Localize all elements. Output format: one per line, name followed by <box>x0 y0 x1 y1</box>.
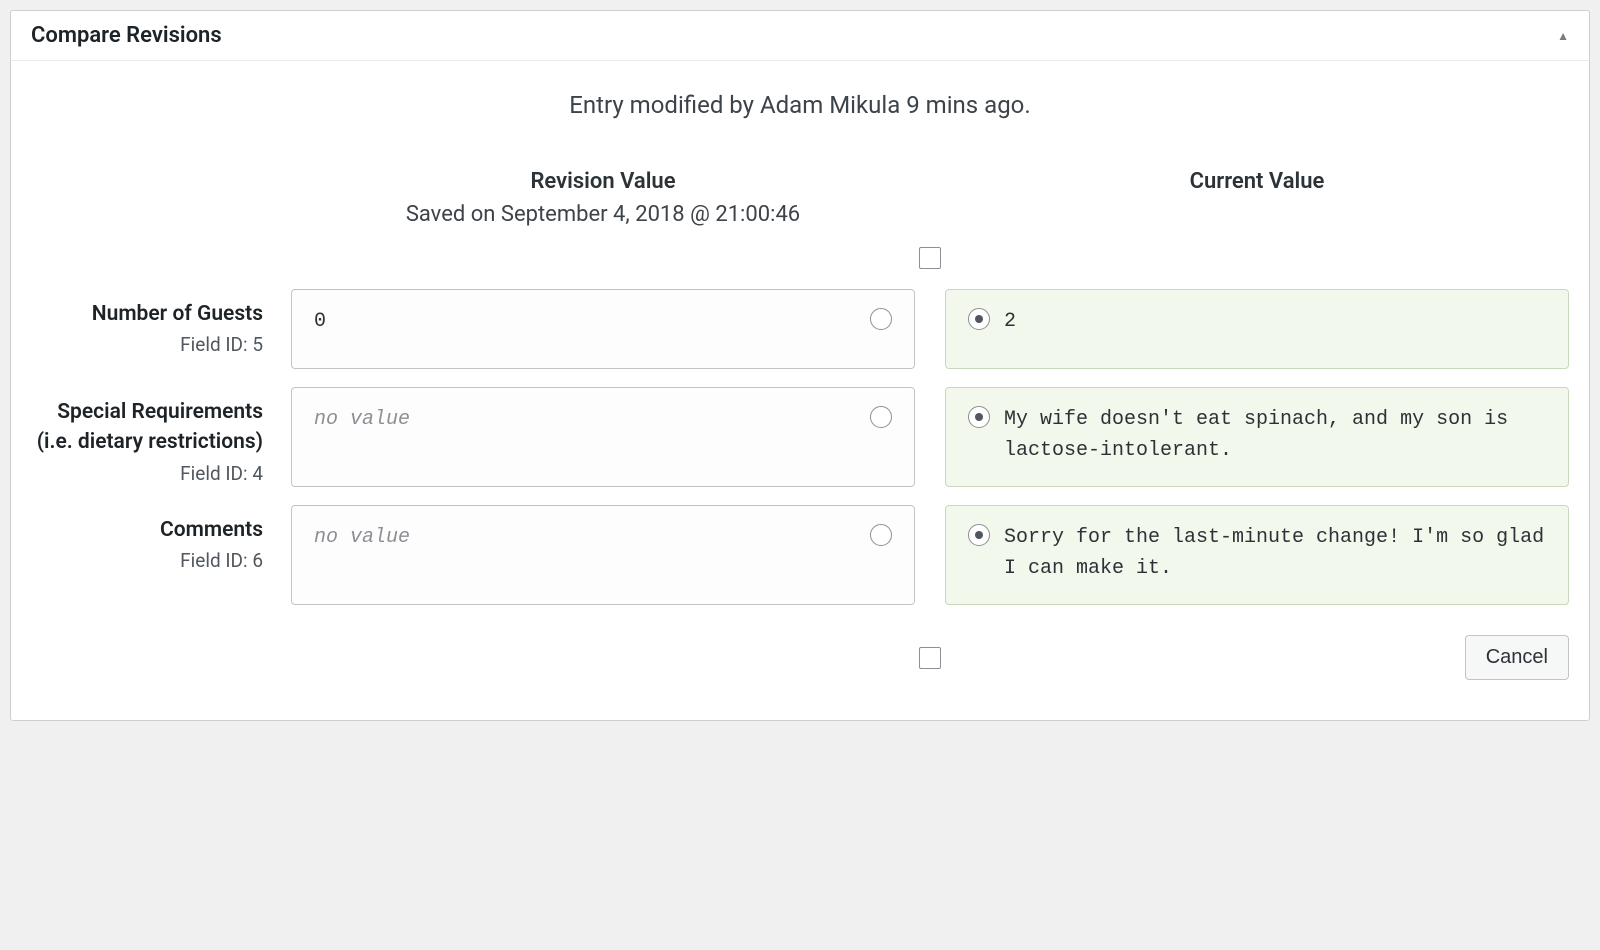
field-row: Number of Guests Field ID: 5 0 2 <box>31 289 1569 369</box>
cancel-button[interactable]: Cancel <box>1465 635 1569 680</box>
field-label-area: Special Requirements (i.e. dietary restr… <box>31 387 291 487</box>
current-column-title: Current Value <box>945 169 1569 194</box>
collapse-icon[interactable]: ▲ <box>1557 29 1569 43</box>
current-value-text: 2 <box>1004 306 1546 337</box>
compare-revisions-panel: Compare Revisions ▲ Entry modified by Ad… <box>10 10 1590 721</box>
panel-body: Entry modified by Adam Mikula 9 mins ago… <box>11 61 1589 720</box>
revision-value-text: no value <box>314 404 892 435</box>
current-value-box[interactable]: Sorry for the last-minute change! I'm so… <box>945 505 1569 605</box>
current-value-text: My wife doesn't eat spinach, and my son … <box>1004 404 1546 466</box>
revision-radio[interactable] <box>870 308 892 330</box>
revision-column-header: Revision Value Saved on September 4, 201… <box>291 169 915 227</box>
bottom-row: Cancel <box>31 635 1569 680</box>
field-label: Number of Guests <box>31 299 263 329</box>
revision-value-box[interactable]: no value <box>291 387 915 487</box>
current-column-header: Current Value <box>945 169 1569 227</box>
revision-value-text: 0 <box>314 306 892 337</box>
revision-column-title: Revision Value <box>291 169 915 194</box>
current-radio[interactable] <box>968 308 990 330</box>
select-all-top-row <box>31 247 1569 269</box>
current-radio[interactable] <box>968 524 990 546</box>
current-radio[interactable] <box>968 406 990 428</box>
current-value-box[interactable]: 2 <box>945 289 1569 369</box>
field-label: Comments <box>31 515 263 545</box>
field-label-area: Number of Guests Field ID: 5 <box>31 289 291 369</box>
field-id-text: Field ID: 6 <box>31 549 263 572</box>
current-value-box[interactable]: My wife doesn't eat spinach, and my son … <box>945 387 1569 487</box>
field-label-area: Comments Field ID: 6 <box>31 505 291 605</box>
field-label: Special Requirements (i.e. dietary restr… <box>31 397 263 458</box>
field-id-text: Field ID: 4 <box>31 462 263 485</box>
revision-value-box[interactable]: no value <box>291 505 915 605</box>
revision-column-subtitle: Saved on September 4, 2018 @ 21:00:46 <box>291 202 915 227</box>
revision-value-text: no value <box>314 522 892 553</box>
field-id-text: Field ID: 5 <box>31 333 263 356</box>
modified-by-text: Entry modified by Adam Mikula 9 mins ago… <box>31 91 1569 119</box>
revision-value-box[interactable]: 0 <box>291 289 915 369</box>
panel-header[interactable]: Compare Revisions ▲ <box>11 11 1589 61</box>
revision-radio[interactable] <box>870 406 892 428</box>
panel-title: Compare Revisions <box>31 23 222 48</box>
select-all-top-checkbox[interactable] <box>919 247 941 269</box>
select-all-bottom-checkbox[interactable] <box>919 647 941 669</box>
revision-radio[interactable] <box>870 524 892 546</box>
field-row: Special Requirements (i.e. dietary restr… <box>31 387 1569 487</box>
current-value-text: Sorry for the last-minute change! I'm so… <box>1004 522 1546 584</box>
field-row: Comments Field ID: 6 no value Sorry for the… <box>31 505 1569 605</box>
column-headers: Revision Value Saved on September 4, 201… <box>31 169 1569 227</box>
